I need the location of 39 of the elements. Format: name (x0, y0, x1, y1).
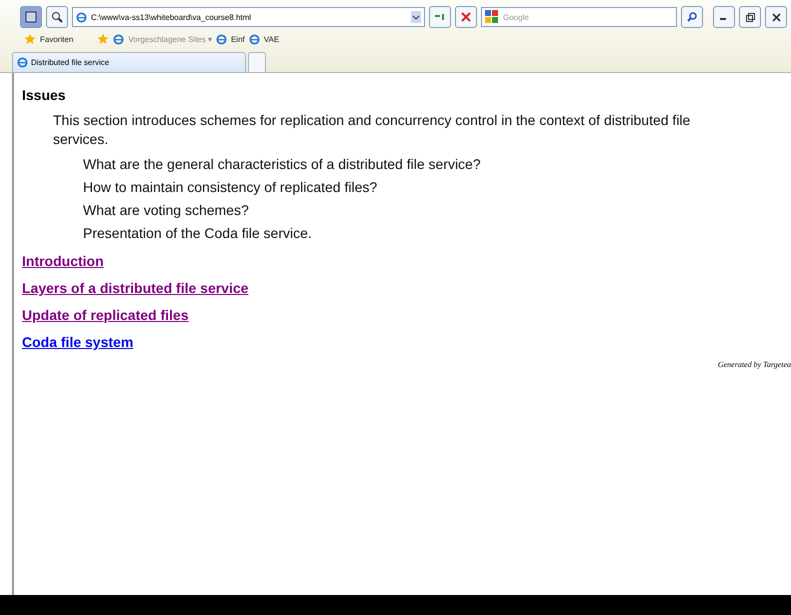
search-icon (687, 12, 697, 22)
browser-tab[interactable]: Distributed file service (12, 52, 246, 72)
minimize-button[interactable] (713, 6, 735, 28)
topic-link[interactable]: Introduction (22, 253, 104, 269)
close-icon (772, 12, 780, 22)
close-button[interactable] (765, 6, 787, 28)
page-icon (25, 11, 37, 23)
google-icon (485, 10, 499, 24)
topic-link[interactable]: Update of replicated files (22, 307, 188, 323)
generator-note: Generated by Targetea (716, 360, 791, 369)
dropdown-icon[interactable] (411, 11, 421, 23)
page-icon (248, 34, 260, 44)
page-icon (17, 57, 28, 68)
restore-icon (746, 12, 754, 22)
question-text: How to maintain consistency of replicated files? (83, 179, 378, 195)
restore-button[interactable] (739, 6, 761, 28)
stop-button[interactable] (455, 6, 477, 28)
magnifier-icon (51, 11, 63, 23)
address-field[interactable]: C:\www\va-ss13\whiteboard\va_course8.html (72, 7, 425, 27)
refresh-icon (434, 12, 446, 22)
stop-icon (461, 12, 471, 22)
page-icon (113, 34, 124, 44)
page-icon (76, 12, 87, 22)
question-text: Presentation of the Coda file service. (83, 225, 313, 241)
topic-link[interactable]: Layers of a distributed file service (22, 280, 248, 296)
refresh-button[interactable] (429, 6, 451, 28)
topic-link[interactable]: Coda file system (22, 334, 134, 350)
zoom-button[interactable] (46, 6, 68, 28)
page-button[interactable] (20, 6, 42, 28)
page-icon (216, 34, 227, 44)
favorites-link[interactable]: Einf (230, 34, 245, 44)
intro-paragraph: This section introduces schemes for replication and concurrency control in the context of distributed file services. (53, 111, 692, 149)
search-button[interactable] (681, 6, 703, 28)
section-heading: Issues (22, 87, 67, 103)
question-text: What are the general characteristics of a distributed file service? (83, 156, 482, 172)
favorites-button[interactable]: Favoriten (40, 34, 74, 44)
favorites-link[interactable]: VAE (264, 34, 280, 44)
question-text: What are voting schemes? (83, 202, 250, 218)
star-icon (24, 33, 36, 45)
